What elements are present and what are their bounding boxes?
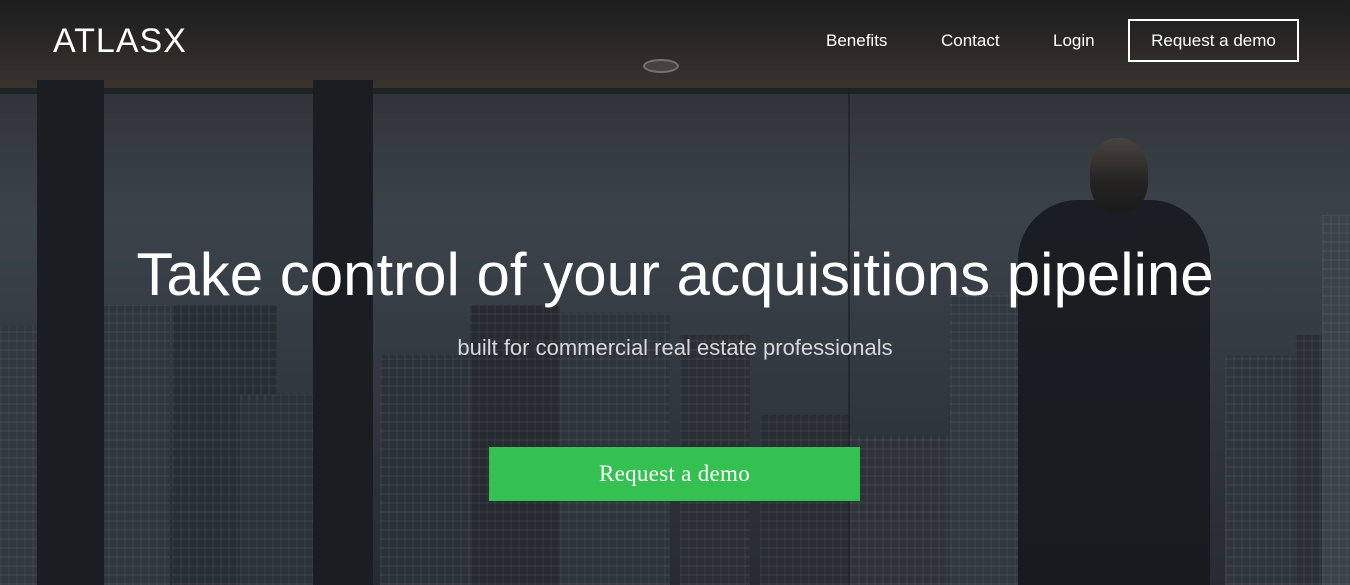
- hero-headline: Take control of your acquisitions pipeli…: [136, 241, 1214, 308]
- top-navigation: ATLASX Benefits Contact Login Request a …: [0, 0, 1350, 80]
- nav-request-demo-button[interactable]: Request a demo: [1128, 19, 1299, 62]
- nav-link-login[interactable]: Login: [1053, 31, 1095, 51]
- hero-section: ATLASX Benefits Contact Login Request a …: [0, 0, 1350, 585]
- hero-subheadline: built for commercial real estate profess…: [457, 335, 893, 360]
- hero-request-demo-button[interactable]: Request a demo: [489, 447, 860, 501]
- atlasx-logo[interactable]: ATLASX: [53, 22, 187, 61]
- nav-link-contact[interactable]: Contact: [941, 31, 1000, 51]
- nav-link-benefits[interactable]: Benefits: [826, 31, 887, 51]
